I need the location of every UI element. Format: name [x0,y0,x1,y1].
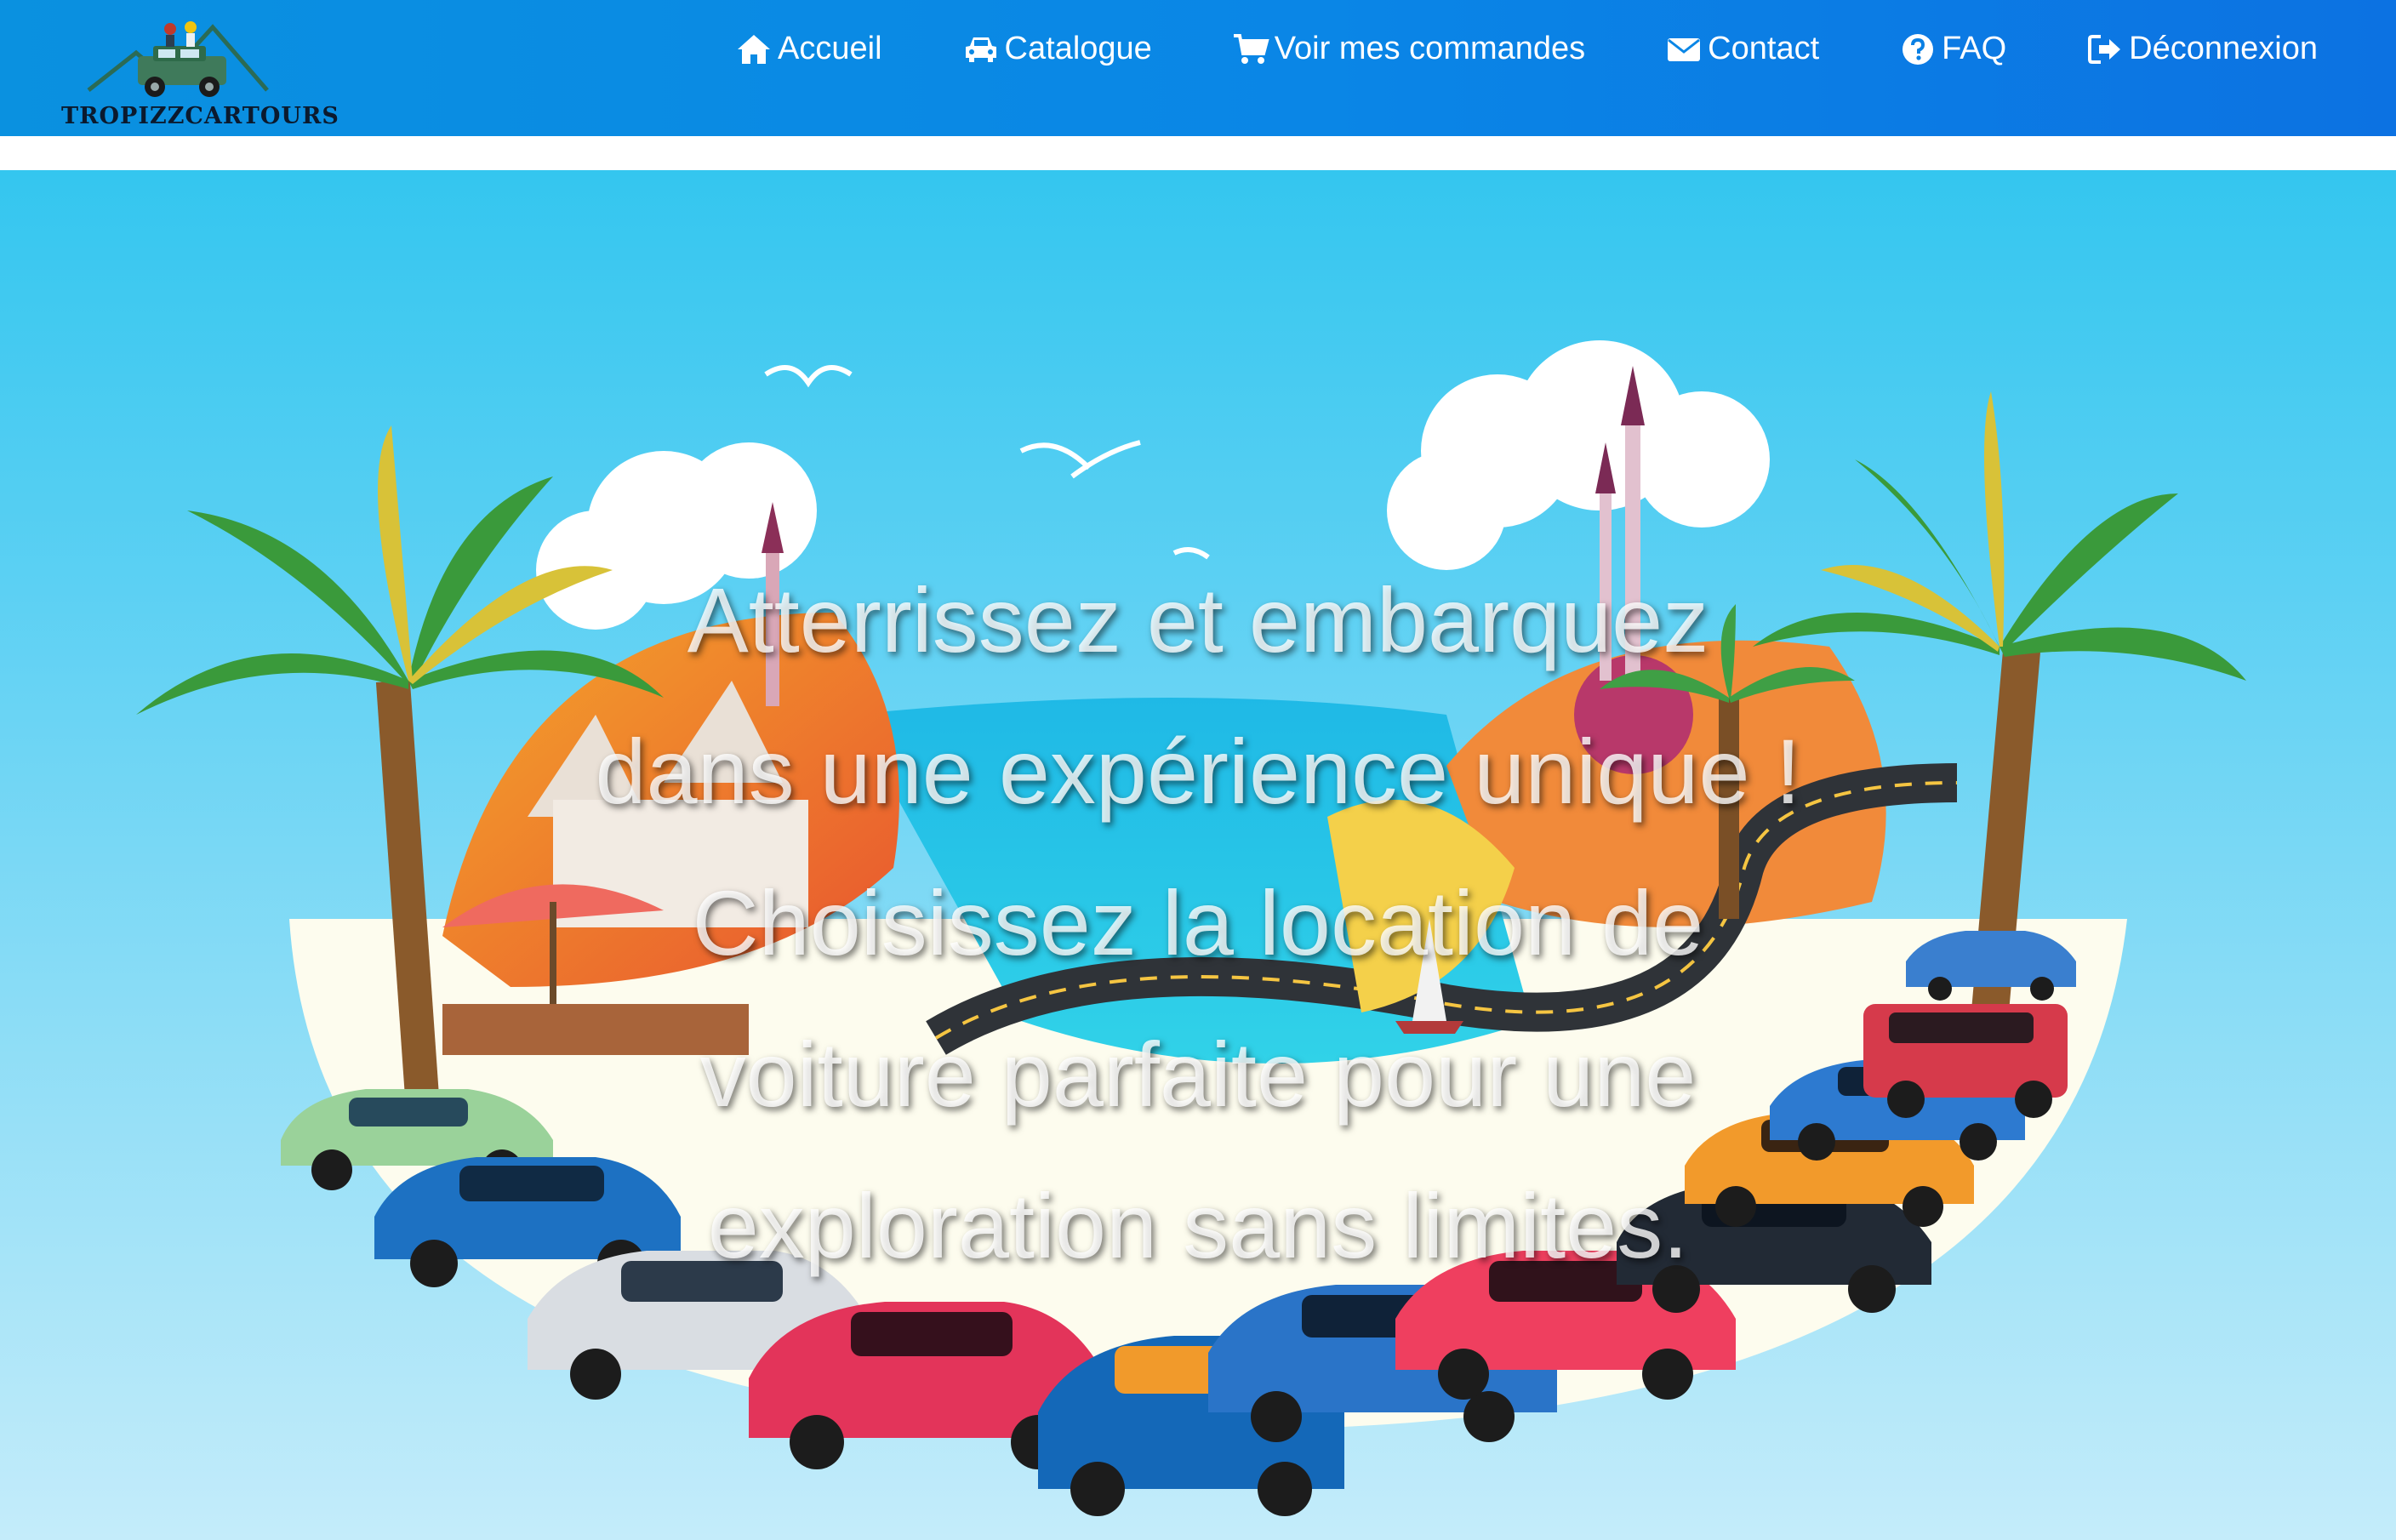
nav-contact[interactable]: Contact [1665,31,1819,67]
nav-accueil-label: Accueil [778,31,882,66]
envelope-icon [1665,32,1703,66]
hero-headline: Atterrissez et embarquez dans une expéri… [517,545,1879,1302]
hero-banner: Atterrissez et embarquez dans une expéri… [0,170,2396,1540]
nav-contact-label: Contact [1708,31,1820,66]
hero-line-1: Atterrissez et embarquez [687,568,1709,671]
nav-commandes-label: Voir mes commandes [1274,31,1586,66]
navbar: TROPIZZCARTOURS Accueil Catalogue Voir m… [0,0,2396,136]
hero-line-2: dans une expérience unique ! [595,720,1801,823]
nav-accueil[interactable]: Accueil [735,31,882,67]
sign-out-icon [2086,32,2124,66]
nav-catalogue-label: Catalogue [1004,31,1152,66]
brand-name: TROPIZZCARTOURS [61,103,339,129]
cart-icon [1232,32,1269,66]
nav-catalogue[interactable]: Catalogue [962,31,1152,67]
nav-deconnexion-label: Déconnexion [2129,31,2318,66]
question-circle-icon [1899,32,1937,66]
car-icon [962,32,1000,66]
nav-faq-label: FAQ [1942,31,2007,66]
brand-logo[interactable]: TROPIZZCARTOURS [60,19,339,129]
jeep-logo-icon [87,21,269,97]
hero-line-4: voiture parfaite pour une [699,1023,1697,1126]
nav-deconnexion[interactable]: Déconnexion [2086,31,2318,67]
hero-line-3: Choisissez la location de [692,871,1704,974]
nav-commandes[interactable]: Voir mes commandes [1232,31,1585,67]
home-icon [735,32,773,66]
hero-line-5: exploration sans limites. [707,1174,1689,1277]
main-nav: Accueil Catalogue Voir mes commandes Con… [735,0,2318,98]
navbar-spacer [0,136,2396,170]
nav-faq[interactable]: FAQ [1899,31,2006,67]
